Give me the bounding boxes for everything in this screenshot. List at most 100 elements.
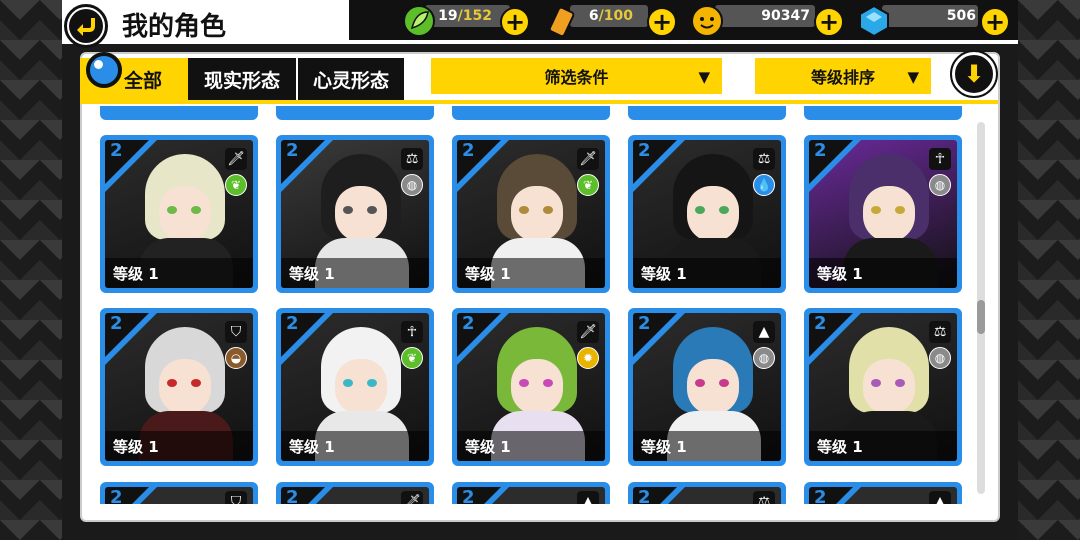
- character-card[interactable]: 2 🗡 ❦ 等级 1: [452, 135, 610, 293]
- resource-current: 6: [588, 8, 599, 24]
- sort-dropdown[interactable]: 等级排序 ▼: [755, 58, 931, 94]
- resource-value: 506: [886, 8, 976, 24]
- character-card[interactable]: 2 ▲ ◍ 等级 1: [628, 308, 786, 466]
- balance-icon: ⚖: [401, 148, 423, 170]
- star-rank: 2: [110, 140, 123, 161]
- tab-mind-form[interactable]: 心灵形态: [296, 58, 404, 100]
- character-card-partial[interactable]: 2 🗡: [276, 482, 434, 504]
- chevron-down-icon: ▼: [907, 68, 919, 86]
- level-label: 等级 1: [457, 258, 605, 288]
- character-portrait: 2 ⚖ 💧 等级 1: [633, 140, 781, 288]
- character-face: [511, 186, 563, 242]
- filter-dropdown[interactable]: 筛选条件 ▼: [431, 58, 722, 94]
- character-card[interactable]: 2 ☥ ❦ 等级 1: [276, 308, 434, 466]
- character-eye: [367, 379, 377, 387]
- character-eye: [191, 379, 201, 387]
- resource-current: 90347: [761, 8, 810, 24]
- sword-icon: 🗡: [577, 321, 599, 343]
- star-rank: 2: [286, 487, 299, 504]
- character-card[interactable]: 2 ⚖ ◍ 等级 1: [276, 135, 434, 293]
- character-card-partial[interactable]: [452, 106, 610, 120]
- character-face: [687, 359, 739, 415]
- add-resource-button[interactable]: +: [500, 7, 530, 37]
- battery-icon: [545, 4, 579, 38]
- triforce-icon: ▲: [753, 321, 775, 343]
- character-card-partial[interactable]: [276, 106, 434, 120]
- character-portrait: 2 ☥ ◍ 等级 1: [809, 140, 957, 288]
- level-label: 等级 1: [809, 431, 957, 461]
- character-eye: [167, 206, 177, 214]
- tab-mind-form-label: 心灵形态: [312, 69, 389, 92]
- sword-icon: 🗡: [225, 148, 247, 170]
- star-rank: 2: [110, 313, 123, 334]
- character-card[interactable]: 2 ⚖ ◍ 等级 1: [804, 308, 962, 466]
- sword-icon: 🗡: [401, 491, 423, 504]
- back-button[interactable]: [64, 4, 108, 48]
- character-portrait: 2 ⚖ ◍ 等级 1: [809, 313, 957, 461]
- shield-icon: ⛉: [225, 321, 247, 343]
- sort-dropdown-label: 等级排序: [810, 68, 875, 87]
- character-portrait: 2 ⛉ ◒ 等级 1: [105, 313, 253, 461]
- resource-value: 6/100: [575, 8, 633, 24]
- character-face: [687, 186, 739, 242]
- character-card-partial[interactable]: [628, 106, 786, 120]
- character-face: [863, 359, 915, 415]
- character-eye: [871, 379, 881, 387]
- wind-element-icon: ◍: [929, 347, 951, 369]
- resource-current: 506: [946, 8, 976, 24]
- level-label: 等级 1: [633, 431, 781, 461]
- character-face: [159, 359, 211, 415]
- page-title: 我的角色: [122, 12, 227, 42]
- add-resource-button[interactable]: +: [980, 7, 1010, 37]
- arrow-down-icon: ⬇: [963, 60, 985, 88]
- character-eye: [343, 206, 353, 214]
- character-portrait: 2 🗡 ❦ 等级 1: [457, 140, 605, 288]
- character-card[interactable]: 2 🗡 ✹ 等级 1: [452, 308, 610, 466]
- character-portrait: 2 ▲ ◍ 等级 1: [633, 313, 781, 461]
- wind-element-icon: ◍: [401, 174, 423, 196]
- star-rank: 2: [462, 140, 475, 161]
- right-decoration: [1018, 0, 1080, 540]
- leaf-element-icon: ❦: [225, 174, 247, 196]
- add-resource-button[interactable]: +: [647, 7, 677, 37]
- character-eye: [871, 206, 881, 214]
- star-rank: 2: [638, 140, 651, 161]
- wind-element-icon: ◍: [753, 347, 775, 369]
- resource-value: 90347: [720, 8, 810, 24]
- character-card-partial[interactable]: 2 ⚖: [628, 482, 786, 504]
- star-rank: 2: [814, 140, 827, 161]
- scroll-down-button[interactable]: ⬇: [950, 50, 998, 98]
- ankh-icon: ☥: [401, 321, 423, 343]
- character-card-partial[interactable]: 2 ▲: [452, 482, 610, 504]
- star-rank: 2: [110, 487, 123, 504]
- character-card-partial[interactable]: 2 ▲: [804, 482, 962, 504]
- balance-icon: ⚖: [929, 321, 951, 343]
- character-card[interactable]: 2 ⛉ ◒ 等级 1: [100, 308, 258, 466]
- resource-max: /152: [457, 8, 492, 24]
- character-eye: [719, 206, 729, 214]
- left-decoration: [0, 0, 62, 540]
- level-label: 等级 1: [281, 431, 429, 461]
- character-eye: [719, 379, 729, 387]
- star-rank: 2: [638, 487, 651, 504]
- character-eye: [191, 206, 201, 214]
- character-eye: [167, 379, 177, 387]
- character-eye: [695, 206, 705, 214]
- character-face: [335, 186, 387, 242]
- character-portrait: 2 🗡 ✹ 等级 1: [457, 313, 605, 461]
- water-element-icon: 💧: [753, 174, 775, 196]
- character-card-partial[interactable]: 2 ⛉: [100, 482, 258, 504]
- scrollbar-thumb[interactable]: [977, 300, 985, 334]
- character-card[interactable]: 2 🗡 ❦ 等级 1: [100, 135, 258, 293]
- tab-all-label: 全部: [123, 69, 162, 92]
- character-card[interactable]: 2 ⚖ 💧 等级 1: [628, 135, 786, 293]
- tab-reality-form-label: 现实形态: [203, 69, 280, 92]
- star-rank: 2: [462, 313, 475, 334]
- level-label: 等级 1: [457, 431, 605, 461]
- character-card-partial[interactable]: [100, 106, 258, 120]
- tab-indicator-icon: [86, 52, 122, 88]
- tab-reality-form[interactable]: 现实形态: [188, 58, 296, 100]
- add-resource-button[interactable]: +: [814, 7, 844, 37]
- character-card-partial[interactable]: [804, 106, 962, 120]
- character-card[interactable]: 2 ☥ ◍ 等级 1: [804, 135, 962, 293]
